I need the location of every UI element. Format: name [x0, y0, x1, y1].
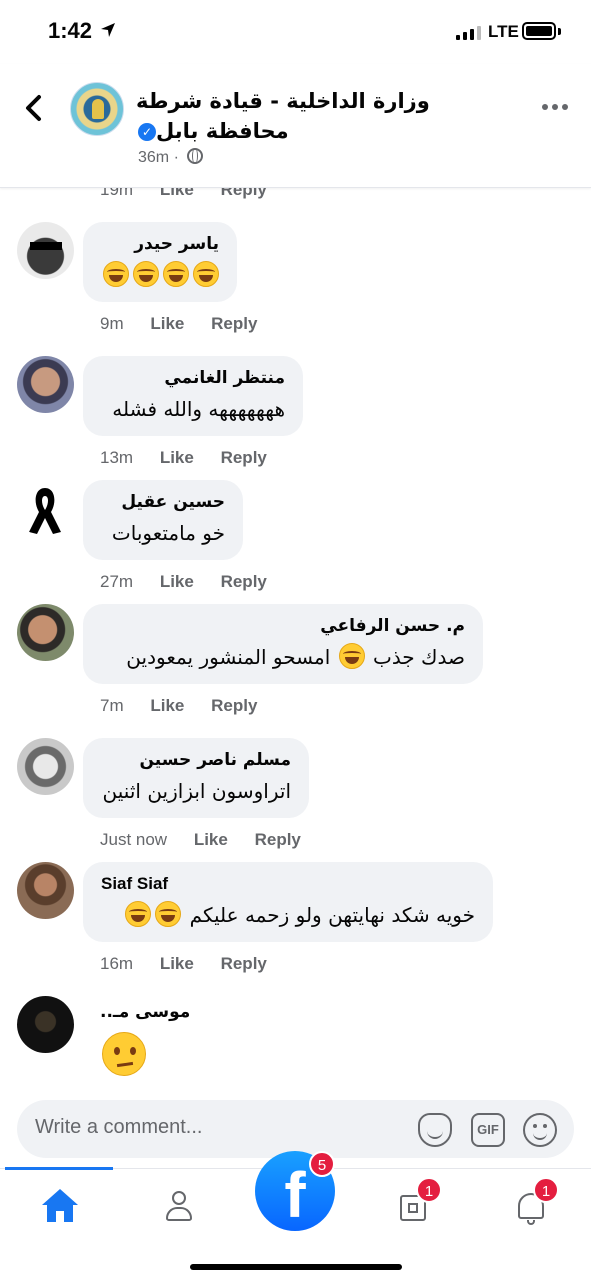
- comment-time: 13m: [100, 448, 134, 467]
- comment-author[interactable]: مسلم ناصر حسين: [101, 748, 292, 772]
- comment-meta: 9m Like Reply: [100, 314, 257, 334]
- avatar[interactable]: [17, 356, 74, 413]
- like-link[interactable]: Like: [160, 572, 194, 591]
- avatar[interactable]: [17, 738, 74, 795]
- comment-text: خو مامتعوبات: [111, 521, 225, 545]
- laughing-emoji-icon: [125, 901, 152, 927]
- reply-link[interactable]: Reply: [211, 314, 257, 333]
- post-header: وزارة الداخلية - قيادة شرطة محافظة بابل✓…: [0, 64, 591, 188]
- friends-icon[interactable]: [158, 1187, 198, 1227]
- home-indicator: [190, 1264, 402, 1270]
- comment-input[interactable]: [35, 1116, 295, 1139]
- comments-list: 19m Like Reply ياسر حيدر 9m Like Reply م…: [0, 160, 591, 1095]
- reply-link[interactable]: Reply: [221, 954, 267, 973]
- laughing-emoji-icon: [193, 261, 219, 287]
- reply-link[interactable]: Reply: [221, 448, 267, 467]
- comment-bubble[interactable]: منتظر الغانمي هههههههه والله فشله: [83, 356, 303, 436]
- globe-icon: [187, 148, 204, 164]
- avatar[interactable]: [17, 862, 74, 919]
- comment-text-part: صدك جذب: [372, 645, 465, 669]
- pages-badge: 1: [416, 1177, 442, 1203]
- comment-meta: 16m Like Reply: [100, 954, 267, 974]
- verified-badge-icon: ✓: [138, 123, 156, 141]
- comment-bubble[interactable]: مسلم ناصر حسين اتراوسون ابزازين اثنين: [83, 738, 309, 818]
- laughing-emoji-icon: [103, 261, 129, 287]
- notifications-badge: 1: [533, 1177, 559, 1203]
- page-title: وزارة الداخلية - قيادة شرطة محافظة بابل: [136, 89, 430, 143]
- comment-author[interactable]: م. حسن الرفاعي: [101, 614, 465, 638]
- comment-meta: 7m Like Reply: [100, 696, 257, 716]
- comment-text: هههههههه والله فشله: [112, 397, 285, 421]
- comment-time: 9m: [100, 314, 124, 333]
- sticker-icon[interactable]: [418, 1113, 452, 1147]
- comment-text-part: امسحو المنشور يمعودين: [126, 645, 331, 669]
- page-title-link[interactable]: وزارة الداخلية - قيادة شرطة محافظة بابل✓: [136, 86, 500, 146]
- avatar[interactable]: [17, 996, 74, 1053]
- page-avatar[interactable]: [70, 82, 124, 136]
- chevron-left-icon[interactable]: [20, 92, 48, 124]
- black-ribbon-avatar[interactable]: [17, 480, 74, 537]
- laughing-emoji-icon: [155, 901, 182, 927]
- comment-text: خويه شكد نهايتهن ولو زحمه عليكم: [101, 900, 475, 930]
- status-bar: 1:42 LTE: [0, 0, 591, 64]
- location-arrow-icon: [101, 23, 115, 37]
- like-link[interactable]: Like: [160, 448, 194, 467]
- post-meta: 36m ·: [138, 148, 204, 167]
- comment-time: 7m: [100, 696, 124, 715]
- comment-time: 27m: [100, 572, 134, 591]
- active-tab-indicator: [5, 1167, 113, 1170]
- comment-bubble[interactable]: Siaf Siaf خويه شكد نهايتهن ولو زحمه عليك…: [83, 862, 493, 942]
- thinking-emoji-icon: [102, 1032, 146, 1076]
- laughing-emoji-icon: [133, 261, 159, 287]
- post-timestamp: 36m ·: [138, 149, 179, 166]
- like-link[interactable]: Like: [160, 954, 194, 973]
- emoji-icon[interactable]: [523, 1113, 557, 1147]
- comment-meta: Just now Like Reply: [100, 830, 301, 850]
- signal-icon: [456, 24, 481, 40]
- like-link[interactable]: Like: [194, 830, 228, 849]
- comment-text: صدك جذب امسحو المنشور يمعودين: [101, 642, 465, 672]
- comment-bubble[interactable]: م. حسن الرفاعي صدك جذب امسحو المنشور يمع…: [83, 604, 483, 684]
- home-icon[interactable]: [40, 1187, 80, 1227]
- comment-bubble[interactable]: ياسر حيدر: [83, 222, 237, 302]
- comment-author[interactable]: حسين عقيل: [101, 490, 225, 514]
- comment-author[interactable]: ياسر حيدر: [101, 232, 219, 256]
- facebook-badge: 5: [309, 1151, 335, 1177]
- battery-tip: [558, 28, 561, 35]
- comment-time: 16m: [100, 954, 134, 973]
- gif-button[interactable]: GIF: [471, 1113, 505, 1147]
- comment-text: اتراوسون ابزازين اثنين: [102, 779, 291, 803]
- comment-body: موسى مـ..: [100, 1000, 190, 1076]
- comment-author[interactable]: Siaf Siaf: [101, 872, 475, 896]
- comment-time: Just now: [100, 830, 168, 849]
- comment-author[interactable]: منتظر الغانمي: [101, 366, 285, 390]
- reply-link[interactable]: Reply: [211, 696, 257, 715]
- comment-text-part: خويه شكد نهايتهن ولو زحمه عليكم: [189, 903, 475, 927]
- status-time: 1:42: [48, 18, 93, 43]
- battery-icon: [522, 22, 556, 40]
- reply-link[interactable]: Reply: [255, 830, 301, 849]
- like-link[interactable]: Like: [150, 696, 184, 715]
- comment-bubble[interactable]: حسين عقيل خو مامتعوبات: [83, 480, 243, 560]
- more-options-icon[interactable]: [542, 104, 568, 110]
- avatar[interactable]: [17, 222, 74, 279]
- comment-meta: 27m Like Reply: [100, 572, 267, 592]
- laughing-emoji-icon: [163, 261, 189, 287]
- like-link[interactable]: Like: [150, 314, 184, 333]
- comment-composer: GIF: [17, 1100, 574, 1158]
- comment-meta: 13m Like Reply: [100, 448, 267, 468]
- avatar[interactable]: [17, 604, 74, 661]
- reply-link[interactable]: Reply: [221, 572, 267, 591]
- comment-author[interactable]: موسى مـ..: [100, 1000, 190, 1024]
- network-label: LTE: [488, 22, 519, 41]
- comment-text: [101, 260, 219, 290]
- laughing-emoji-icon: [338, 643, 365, 669]
